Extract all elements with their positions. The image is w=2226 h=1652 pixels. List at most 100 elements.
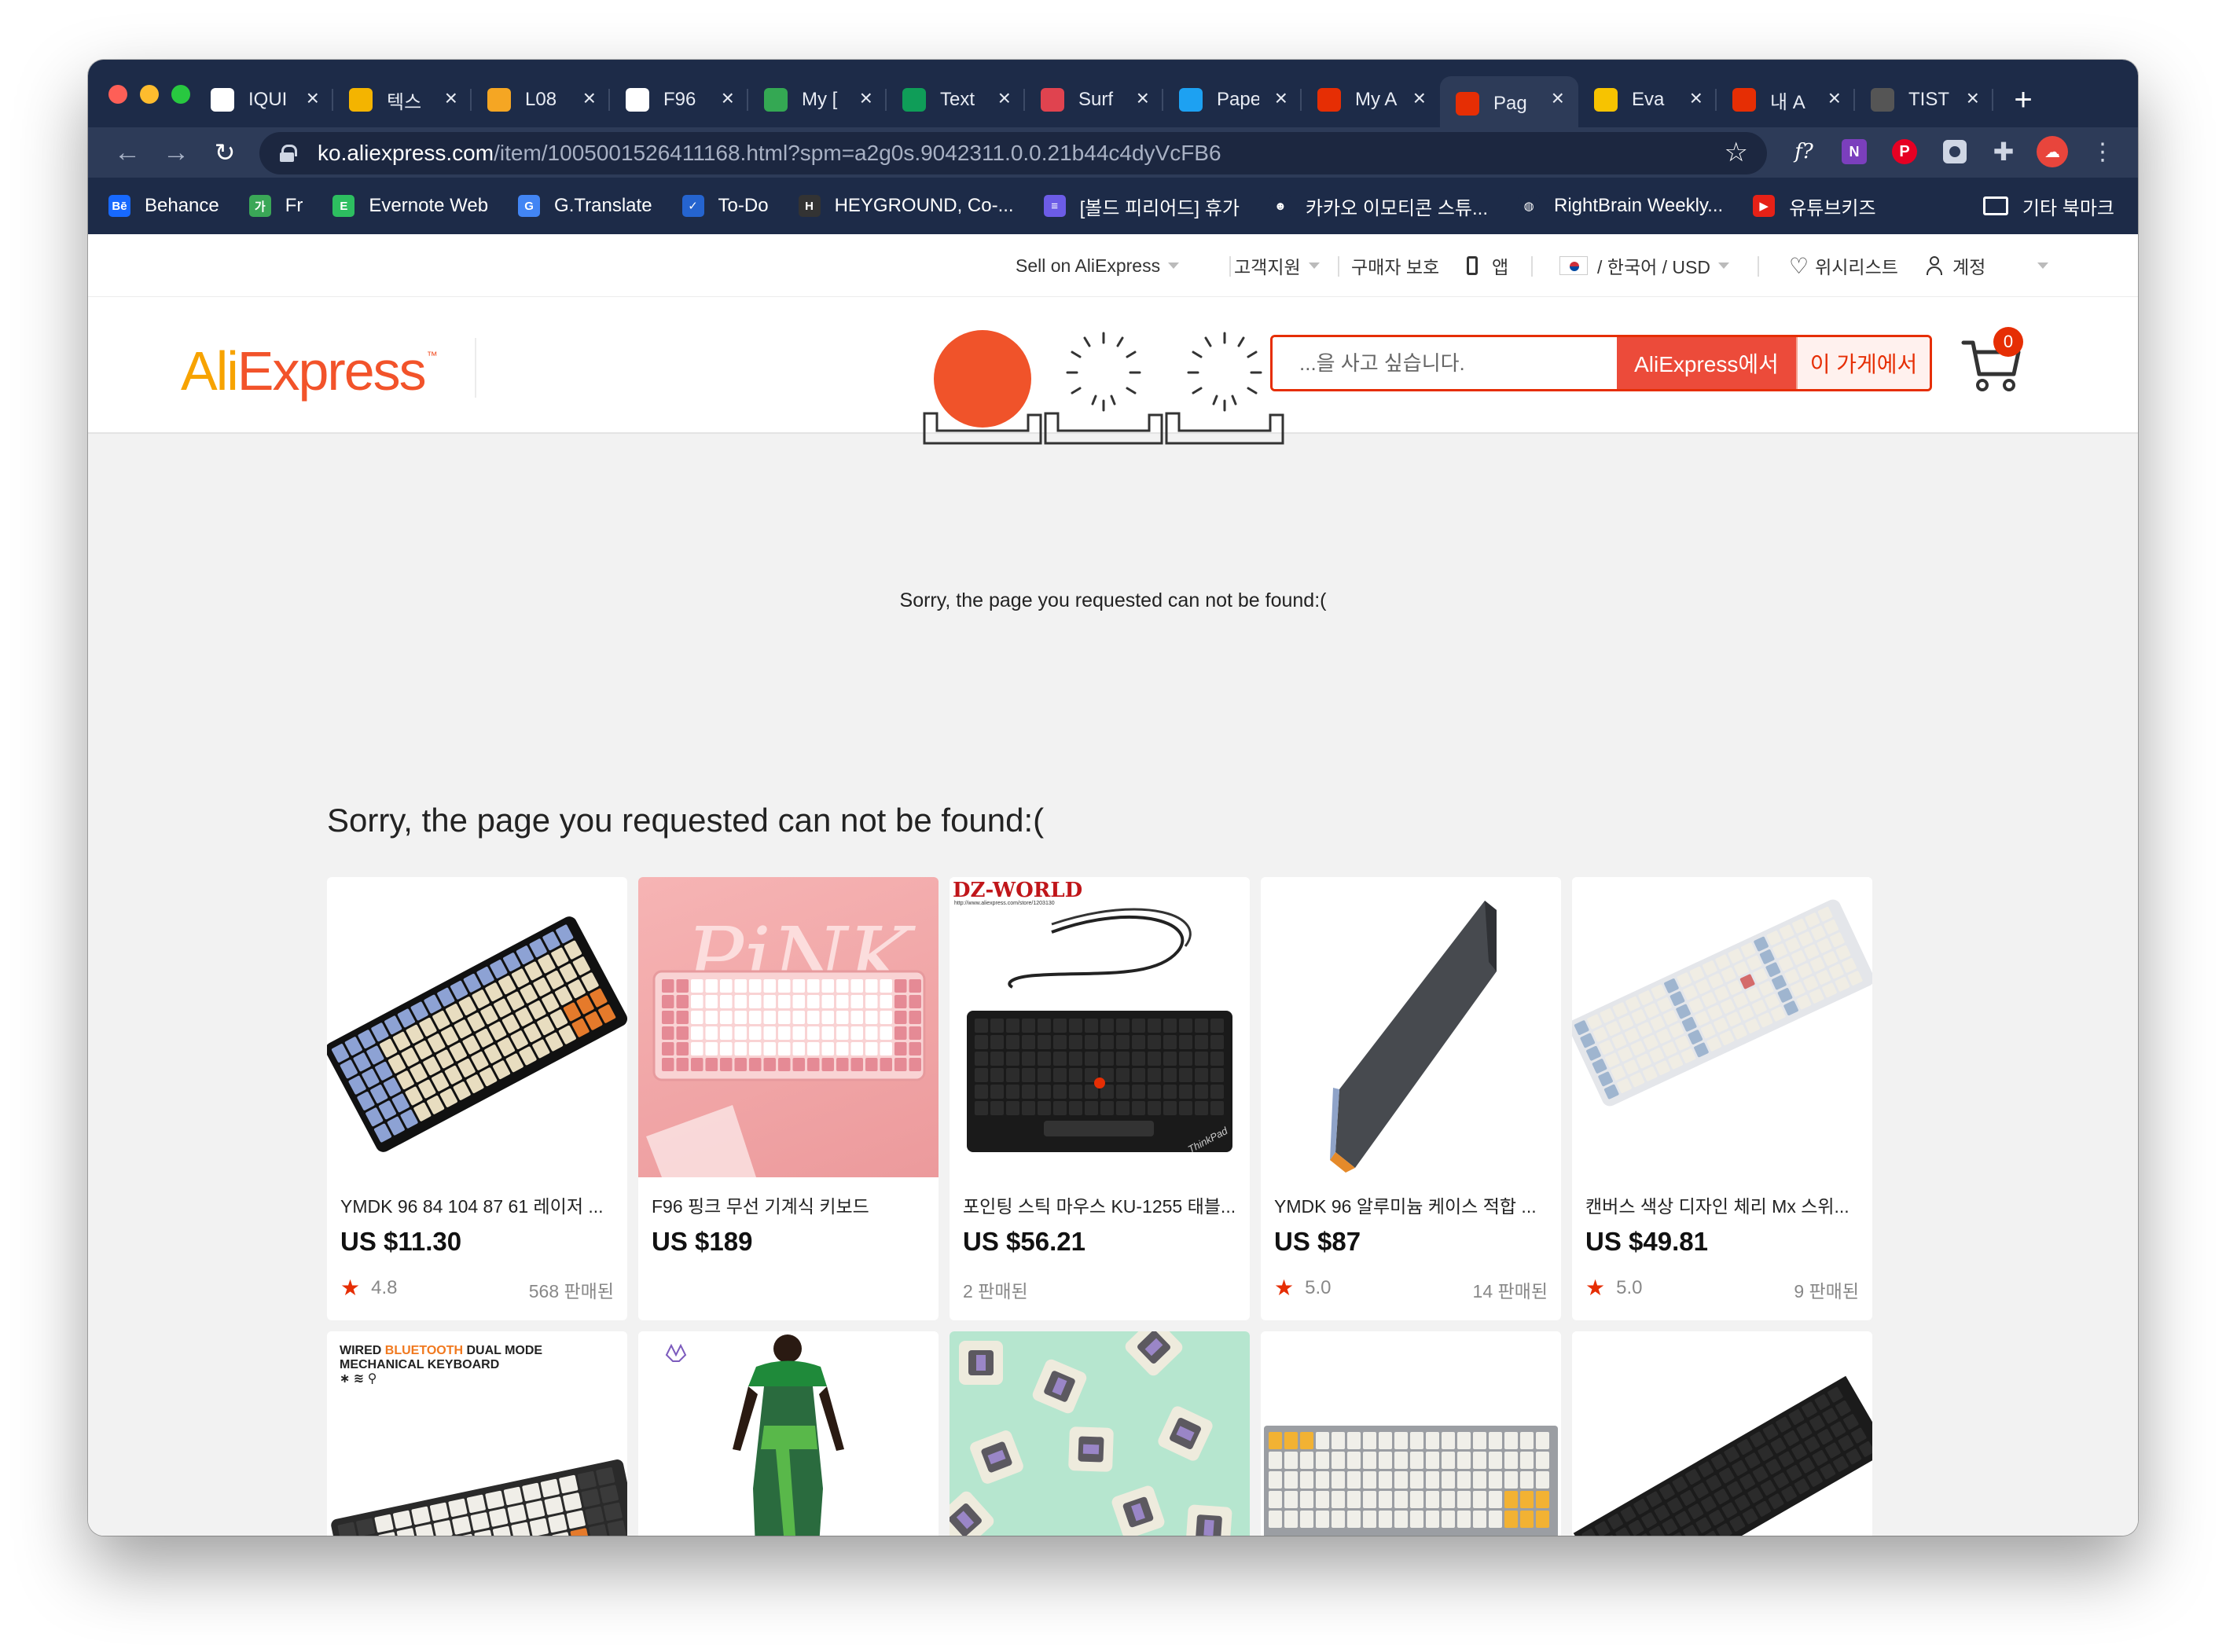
keycap — [1332, 1491, 1345, 1508]
bookmark-item[interactable]: ✓ To-Do — [681, 195, 769, 217]
keycap — [1520, 1511, 1534, 1528]
aliexpress-logo[interactable]: AliExpress ™ — [181, 340, 438, 402]
keycap — [1269, 1452, 1282, 1469]
product-card[interactable]: YMDK 96 알루미늄 케이스 적합 ... US $87 ★ 5.0 14 판… — [1261, 877, 1561, 1320]
browser-tab[interactable]: Surf × — [1025, 76, 1163, 123]
product-card[interactable]: YMDK 96 84 104 87 61 레이저 ... US $11.30 ★… — [327, 877, 627, 1320]
locale-selector[interactable]: / 한국어 / USD — [1559, 251, 1729, 280]
bookmark-item[interactable]: H HEYGROUND, Co-... — [798, 195, 1014, 217]
onenote-icon[interactable]: N — [1842, 139, 1867, 164]
wishlist-link[interactable]: ♡ 위시리스트 — [1789, 251, 1898, 280]
other-bookmarks[interactable]: 기타 북마크 — [1982, 178, 2114, 234]
browser-tab[interactable]: IQUI × — [195, 76, 333, 123]
product-card[interactable] — [1261, 1331, 1561, 1536]
bookmark-item[interactable]: ☻ 카카오 이모티콘 스튜... — [1269, 193, 1488, 220]
forward-icon[interactable]: → — [159, 135, 193, 170]
bookmark-item[interactable]: 가 Fr — [248, 195, 303, 217]
close-tab-icon[interactable]: × — [1828, 86, 1841, 111]
keycap — [1520, 1432, 1534, 1449]
profile-avatar[interactable]: ☁ — [2037, 136, 2068, 167]
url-path: /item/1005001526411168.html?spm=a2g0s.90… — [494, 141, 1221, 165]
close-tab-icon[interactable]: × — [1690, 86, 1703, 111]
keycap — [807, 1026, 820, 1040]
bookmark-item[interactable]: E Evernote Web — [332, 195, 488, 217]
camera-extension-icon[interactable] — [1943, 140, 1967, 163]
keycap — [1085, 1019, 1098, 1033]
close-tab-icon[interactable]: × — [1275, 86, 1287, 111]
browser-tab[interactable]: My [× — [748, 76, 887, 123]
account-menu-toggle[interactable] — [2029, 251, 2048, 280]
keycap — [1006, 1035, 1019, 1049]
close-tab-icon[interactable]: × — [1137, 86, 1149, 111]
search-aliexpress-button[interactable]: AliExpress에서 — [1617, 337, 1796, 389]
product-image — [1261, 1331, 1561, 1536]
product-card[interactable]: WIRED BLUETOOTH DUAL MODE MECHANICAL KEY… — [327, 1331, 627, 1536]
close-tab-icon[interactable]: × — [445, 86, 457, 111]
close-tab-icon[interactable]: × — [583, 86, 596, 111]
close-tab-icon[interactable]: × — [1967, 86, 1979, 111]
support-link[interactable]: 고객지원 — [1234, 251, 1320, 280]
zoom-window-button[interactable] — [171, 85, 190, 104]
browser-tab[interactable]: Pag × — [1440, 76, 1578, 131]
more-menu-icon[interactable]: ⋮ — [2085, 134, 2121, 170]
search-store-button[interactable]: 이 가게에서 — [1796, 337, 1930, 389]
keycap — [1116, 1035, 1130, 1049]
sell-link[interactable]: Sell on AliExpress — [1016, 251, 1180, 280]
app-link[interactable]: 앱 — [1467, 251, 1508, 280]
phone-icon — [1467, 256, 1478, 275]
keycap — [1269, 1511, 1282, 1528]
formula-extension-icon[interactable]: f? — [1786, 134, 1822, 170]
product-card[interactable] — [1572, 1331, 1872, 1536]
browser-tab[interactable]: F96 × — [610, 76, 748, 123]
keycap — [540, 1478, 560, 1498]
address-bar[interactable]: ko.aliexpress.com/item/1005001526411168.… — [259, 132, 1767, 174]
close-tab-icon[interactable]: × — [1413, 86, 1426, 111]
browser-tab[interactable]: 텍스 × — [333, 76, 472, 123]
new-tab-button[interactable]: + — [2000, 76, 2047, 123]
minimize-window-button[interactable] — [140, 85, 159, 104]
close-tab-icon[interactable]: × — [998, 86, 1011, 111]
product-card[interactable] — [638, 1331, 939, 1536]
keycap — [1284, 1452, 1298, 1469]
keycap — [691, 1042, 703, 1055]
keycap — [1410, 1491, 1423, 1508]
bookmark-item[interactable]: ≡ [볼드 피리어드] 휴가 — [1043, 193, 1240, 220]
product-card[interactable]: PiNK F96 핑크 무선 기계식 키보드 US $189 — [638, 877, 939, 1320]
keycap — [705, 1042, 718, 1055]
keycap — [1210, 1035, 1224, 1049]
search-input[interactable] — [1273, 337, 1617, 389]
bookmark-item[interactable]: Bē Behance — [108, 195, 219, 217]
keycap — [1179, 1052, 1192, 1066]
keycap — [1022, 1085, 1035, 1099]
keycap — [1536, 1452, 1549, 1469]
keycap — [1473, 1511, 1486, 1528]
close-tab-icon[interactable]: × — [860, 86, 872, 111]
browser-tab[interactable]: Eva × — [1578, 76, 1717, 123]
bookmark-star-icon[interactable]: ☆ — [1725, 137, 1748, 168]
close-tab-icon[interactable]: × — [722, 86, 734, 111]
browser-tab[interactable]: TIST × — [1855, 76, 1993, 123]
browser-tab[interactable]: My A × — [1302, 76, 1440, 123]
bookmark-item[interactable]: ▶ 유튜브키즈 — [1753, 193, 1876, 220]
keycap — [821, 995, 834, 1008]
close-window-button[interactable] — [108, 85, 127, 104]
search-bar: AliExpress에서 이 가게에서 — [1270, 335, 1932, 391]
pinterest-icon[interactable]: P — [1892, 139, 1917, 164]
product-card[interactable]: 캔버스 색상 디자인 체리 Mx 스위... US $49.81 ★ 5.0 9 … — [1572, 877, 1872, 1320]
bookmark-item[interactable]: G G.Translate — [518, 195, 652, 217]
browser-tab[interactable]: Text × — [887, 76, 1025, 123]
puzzle-extensions-icon[interactable]: ✚ — [1985, 134, 2022, 170]
account-link[interactable]: 계정 — [1926, 251, 1985, 280]
product-card[interactable]: DZ-WORLD http://www.aliexpress.com/store… — [950, 877, 1250, 1320]
browser-tab[interactable]: L08 × — [472, 76, 610, 123]
product-card[interactable] — [950, 1331, 1250, 1536]
reload-icon[interactable]: ↻ — [208, 135, 242, 170]
back-icon[interactable]: ← — [110, 135, 145, 170]
browser-tab[interactable]: 내 A × — [1717, 76, 1855, 123]
buyer-protection-link[interactable]: 구매자 보호 — [1351, 251, 1439, 280]
browser-tab[interactable]: Pape × — [1163, 76, 1302, 123]
bookmark-item[interactable]: ◍ RightBrain Weekly... — [1517, 195, 1723, 217]
close-tab-icon[interactable]: × — [1552, 86, 1564, 111]
keycap — [1347, 1471, 1361, 1489]
close-tab-icon[interactable]: × — [307, 86, 319, 111]
